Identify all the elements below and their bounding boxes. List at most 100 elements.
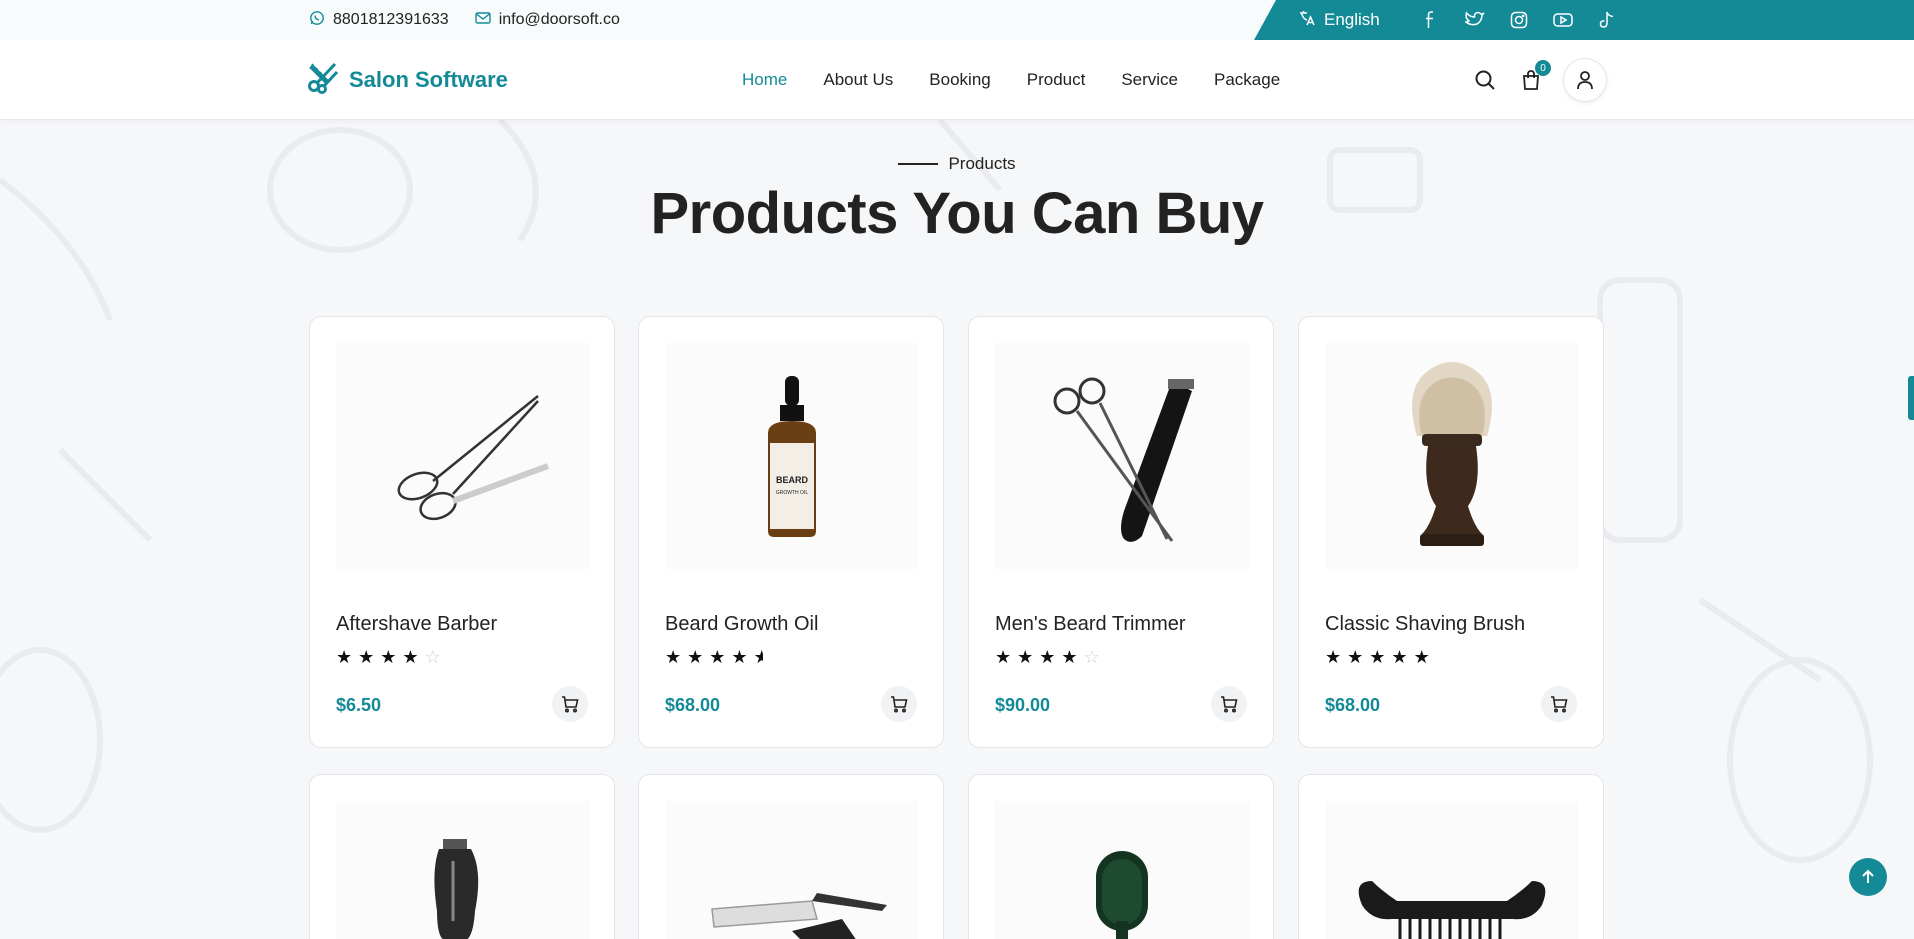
translate-icon (1298, 9, 1316, 32)
product-image (1325, 343, 1579, 569)
language-selector[interactable]: English (1298, 9, 1380, 32)
product-price: $90.00 (995, 695, 1051, 715)
product-name[interactable]: Men's Beard Trimmer (995, 613, 1186, 636)
product-image (665, 801, 919, 939)
product-card[interactable] (1298, 774, 1604, 939)
svg-text:BEARD: BEARD (776, 475, 809, 485)
phone-contact[interactable]: 8801812391633 (309, 10, 449, 31)
main-navigation: Home About Us Booking Product Service Pa… (742, 40, 1280, 120)
nav-about-us[interactable]: About Us (823, 70, 893, 90)
star-icon: ★ (380, 647, 397, 667)
eyebrow-label: Products (948, 154, 1016, 173)
product-image (336, 801, 590, 939)
rating-stars: ★ ★ ★ ★ ☆ (995, 647, 1100, 668)
star-icon: ★ (1325, 647, 1342, 667)
star-icon: ★ (687, 647, 704, 667)
brand-logo[interactable]: Salon Software (307, 60, 508, 100)
star-half-icon: ★ (753, 647, 763, 667)
hair-brush-image (1096, 851, 1148, 939)
instagram-icon[interactable] (1508, 9, 1530, 31)
product-name[interactable]: Beard Growth Oil (665, 613, 818, 636)
arrow-up-icon (1862, 869, 1874, 883)
user-account-button[interactable] (1563, 58, 1607, 102)
nav-service[interactable]: Service (1121, 70, 1178, 90)
product-price: $6.50 (336, 695, 382, 715)
nav-home[interactable]: Home (742, 70, 787, 90)
topbar-right-panel: English (1254, 0, 1914, 40)
language-label: English (1324, 10, 1380, 29)
star-icon: ★ (1347, 647, 1364, 667)
product-price: $68.00 (1325, 695, 1381, 715)
product-card[interactable] (638, 774, 944, 939)
star-empty-icon: ☆ (424, 647, 441, 667)
cart-button[interactable]: 0 (1517, 60, 1551, 94)
nav-product[interactable]: Product (1027, 70, 1086, 90)
side-widget-tab[interactable] (1908, 376, 1914, 420)
add-to-cart-button[interactable] (552, 686, 588, 722)
star-icon: ★ (1039, 647, 1056, 667)
nav-package[interactable]: Package (1214, 70, 1280, 90)
scissors-image (397, 395, 550, 521)
cart-icon (562, 696, 579, 713)
product-card[interactable]: Aftershave Barber ★ ★ ★ ★ ☆ $6.50 (309, 316, 615, 748)
search-button[interactable] (1471, 66, 1499, 94)
product-card[interactable] (309, 774, 615, 939)
cart-icon (1221, 696, 1238, 713)
product-image (1325, 801, 1579, 939)
brand-name: Salon Software (349, 67, 508, 92)
search-icon (1475, 70, 1495, 90)
product-price: $68.00 (665, 695, 721, 715)
product-image: BEARD GROWTH OIL (665, 343, 919, 569)
scroll-to-top-button[interactable] (1849, 858, 1887, 896)
star-icon: ★ (1061, 647, 1078, 667)
youtube-icon[interactable] (1552, 9, 1574, 31)
star-empty-icon: ☆ (1083, 647, 1100, 667)
whatsapp-icon (309, 10, 325, 31)
phone-number: 8801812391633 (333, 11, 449, 28)
cart-count-badge: 0 (1535, 60, 1551, 76)
add-to-cart-button[interactable] (1541, 686, 1577, 722)
twitter-icon[interactable] (1464, 9, 1486, 31)
product-image (995, 343, 1249, 569)
header-actions: 0 (1471, 58, 1607, 102)
product-card[interactable]: Classic Shaving Brush ★ ★ ★ ★ ★ $68.00 (1298, 316, 1604, 748)
add-to-cart-button[interactable] (1211, 686, 1247, 722)
product-card[interactable]: Men's Beard Trimmer ★ ★ ★ ★ ☆ $90.00 (968, 316, 1274, 748)
svg-text:GROWTH OIL: GROWTH OIL (776, 490, 808, 496)
email-address: info@doorsoft.co (498, 11, 620, 28)
nav-booking[interactable]: Booking (929, 70, 990, 90)
star-icon: ★ (1369, 647, 1386, 667)
hair-clipper-image (434, 839, 479, 939)
cart-icon (891, 696, 908, 713)
user-icon (1577, 71, 1593, 90)
scissors-trimmer-image (1053, 377, 1194, 542)
section-eyebrow: Products (0, 154, 1914, 174)
star-icon: ★ (336, 647, 353, 667)
star-icon: ★ (709, 647, 726, 667)
star-icon: ★ (402, 647, 419, 667)
product-card[interactable] (968, 774, 1274, 939)
contact-info: 8801812391633 info@doorsoft.co (309, 0, 620, 40)
star-icon: ★ (731, 647, 748, 667)
cart-icon (1551, 696, 1568, 713)
star-icon: ★ (358, 647, 375, 667)
rating-stars: ★ ★ ★ ★ ★ (1325, 647, 1430, 668)
beard-oil-bottle-image: BEARD GROWTH OIL (768, 376, 816, 537)
star-icon: ★ (665, 647, 682, 667)
facebook-icon[interactable] (1420, 9, 1442, 31)
product-name[interactable]: Classic Shaving Brush (1325, 613, 1525, 636)
shaving-brush-image (1412, 362, 1492, 546)
top-bar: 8801812391633 info@doorsoft.co English (0, 0, 1914, 40)
section-title: Products You Can Buy (650, 181, 1264, 246)
tiktok-icon[interactable] (1596, 9, 1618, 31)
product-name[interactable]: Aftershave Barber (336, 613, 497, 636)
add-to-cart-button[interactable] (881, 686, 917, 722)
product-card[interactable]: BEARD GROWTH OIL Beard Growth Oil ★ ★ ★ ★ ★ … (638, 316, 944, 748)
email-contact[interactable]: info@doorsoft.co (474, 11, 620, 30)
mail-icon (474, 11, 491, 30)
mustache-comb-image (1358, 881, 1546, 939)
product-image (336, 343, 590, 569)
main-header: Salon Software Home About Us Booking Pro… (0, 40, 1914, 120)
straight-razor-image (711, 893, 887, 939)
eyebrow-line (898, 163, 939, 165)
